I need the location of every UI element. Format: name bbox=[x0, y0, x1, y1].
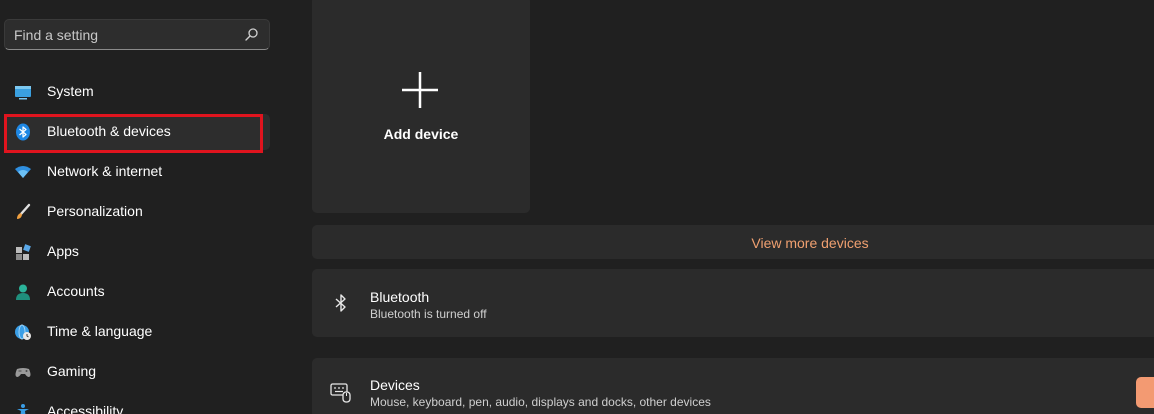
toggle-switch[interactable] bbox=[1136, 377, 1154, 408]
sidebar-item-label: Gaming bbox=[47, 363, 97, 379]
sidebar-item-label: Accounts bbox=[47, 283, 105, 299]
plus-icon bbox=[400, 70, 440, 110]
sidebar: System Bluetooth & devices Network & int… bbox=[0, 0, 290, 414]
view-more-devices-bar[interactable]: View more devices bbox=[312, 225, 1154, 259]
brush-icon bbox=[14, 203, 32, 221]
devices-title: Devices bbox=[370, 377, 420, 393]
search-input[interactable] bbox=[14, 20, 234, 49]
devices-icon bbox=[330, 382, 352, 404]
apps-icon bbox=[14, 243, 32, 261]
search-icon[interactable] bbox=[244, 27, 259, 42]
sidebar-item-accounts[interactable]: Accounts bbox=[4, 274, 270, 310]
sidebar-item-system[interactable]: System bbox=[4, 74, 270, 110]
sidebar-item-label: Time & language bbox=[47, 323, 153, 339]
sidebar-item-gaming[interactable]: Gaming bbox=[4, 354, 270, 390]
devices-description: Mouse, keyboard, pen, audio, displays an… bbox=[370, 395, 711, 409]
globe-clock-icon bbox=[14, 323, 32, 341]
bluetooth-title: Bluetooth bbox=[370, 289, 430, 305]
monitor-icon bbox=[14, 83, 32, 101]
bluetooth-status: Bluetooth is turned off bbox=[370, 307, 487, 321]
search-box[interactable] bbox=[4, 19, 270, 50]
person-icon bbox=[14, 283, 32, 301]
accessibility-icon bbox=[14, 403, 32, 414]
sidebar-item-label: Apps bbox=[47, 243, 79, 259]
sidebar-item-time-language[interactable]: Time & language bbox=[4, 314, 270, 350]
bluetooth-row[interactable]: Bluetooth Bluetooth is turned off bbox=[312, 269, 1154, 337]
sidebar-item-network-internet[interactable]: Network & internet bbox=[4, 154, 270, 190]
gamepad-icon bbox=[14, 363, 32, 381]
devices-row[interactable]: Devices Mouse, keyboard, pen, audio, dis… bbox=[312, 358, 1154, 414]
bluetooth-icon bbox=[330, 292, 352, 314]
sidebar-item-label: Accessibility bbox=[47, 403, 124, 414]
add-device-label: Add device bbox=[383, 126, 459, 142]
sidebar-item-label: System bbox=[47, 83, 94, 99]
sidebar-item-label: Personalization bbox=[47, 203, 143, 219]
sidebar-item-apps[interactable]: Apps bbox=[4, 234, 270, 270]
sidebar-item-accessibility[interactable]: Accessibility bbox=[4, 394, 270, 414]
settings-window: System Bluetooth & devices Network & int… bbox=[0, 0, 1154, 414]
sidebar-item-label: Network & internet bbox=[47, 163, 163, 179]
view-more-devices-link[interactable]: View more devices bbox=[312, 235, 1154, 251]
wifi-icon bbox=[14, 163, 32, 181]
sidebar-item-personalization[interactable]: Personalization bbox=[4, 194, 270, 230]
add-device-card[interactable]: Add device bbox=[312, 0, 530, 213]
highlight-annotation-box bbox=[4, 114, 263, 153]
